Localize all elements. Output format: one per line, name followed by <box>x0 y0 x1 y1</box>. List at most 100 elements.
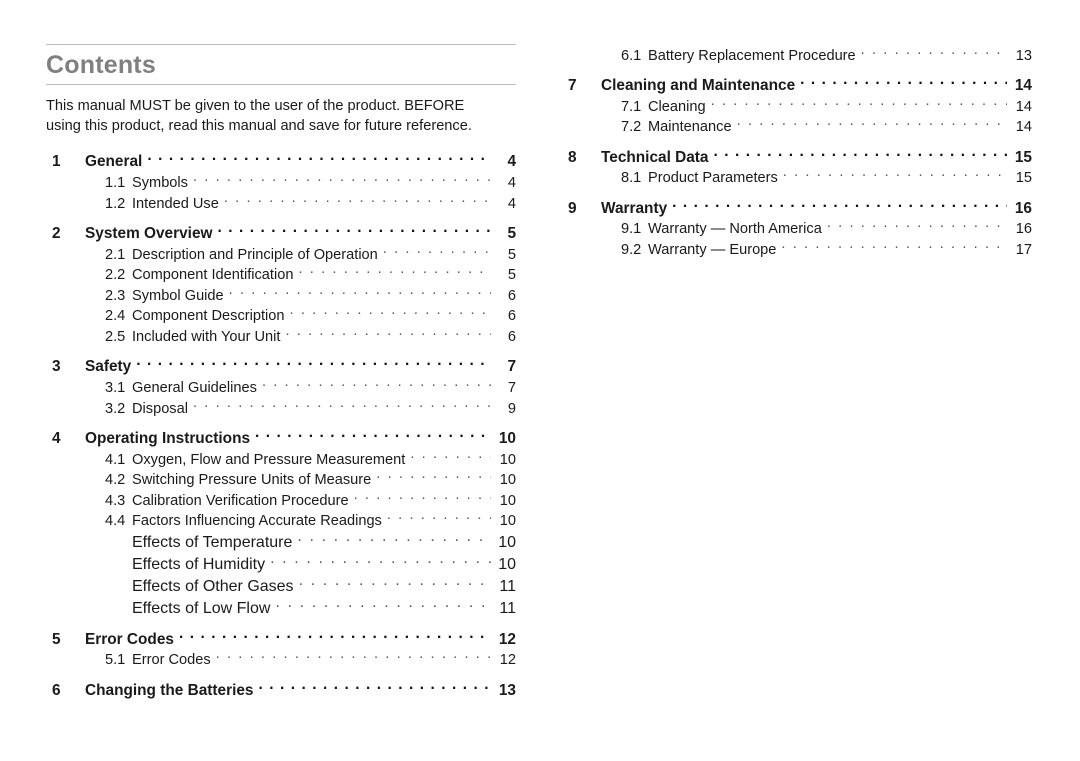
toc-entry-number: 4.1 <box>105 451 126 468</box>
toc-entry[interactable]: 1.1 Symbols 4 <box>46 172 516 193</box>
header-rule-bottom <box>46 84 516 86</box>
toc-entry-title: Operating Instructions <box>85 429 251 447</box>
toc-entry-title: Maintenance <box>648 119 732 136</box>
toc-entry[interactable]: 5.1 Error Codes 12 <box>46 650 516 671</box>
toc-entry[interactable]: Effects of Other Gases 11 <box>46 575 516 597</box>
toc-entry-page: 10 <box>499 472 516 489</box>
toc-entry[interactable]: 3.2 Disposal 9 <box>46 398 516 419</box>
toc-entry-page: 10 <box>499 492 516 509</box>
toc-entry-page: 10 <box>499 513 516 530</box>
toc-entry-number: 7.2 <box>621 119 642 136</box>
dot-leader <box>781 239 1007 254</box>
toc-entry-page: 4 <box>507 195 516 212</box>
toc-entry-number: 2 <box>52 225 61 242</box>
toc-entry[interactable]: 8.1 Product Parameters 15 <box>562 168 1032 189</box>
dot-leader <box>136 356 491 371</box>
toc-entry-title: Safety <box>85 358 132 376</box>
toc-entry[interactable]: 6.1 Battery Replacement Procedure 13 <box>562 45 1032 66</box>
dot-leader <box>193 172 491 187</box>
toc-entry[interactable]: 2.4 Component Description 6 <box>46 306 516 327</box>
toc-entry[interactable]: 2.2 Component Identification 5 <box>46 265 516 286</box>
toc-entry-number: 7 <box>568 76 577 94</box>
dot-leader <box>255 428 491 443</box>
toc-entry-number: 4.3 <box>105 492 126 509</box>
toc-entry-title: Technical Data <box>601 148 709 166</box>
toc-list-left: 1 General 4 1.1 Symbols 4 1.2 Intended Use 4 2 Sys… <box>46 151 516 701</box>
toc-entry[interactable]: 4.2 Switching Pressure Units of Measure 10 <box>46 470 516 491</box>
toc-entry[interactable]: 7.2 Maintenance 14 <box>562 117 1032 138</box>
toc-entry-number: 5.1 <box>105 652 126 669</box>
dot-leader <box>179 628 491 643</box>
toc-entry-number: 5 <box>52 630 61 648</box>
toc-entry-page: 14 <box>1015 98 1032 115</box>
toc-entry-page: 10 <box>498 429 516 447</box>
toc-entry-number: 2.1 <box>105 246 126 263</box>
dot-leader <box>299 575 491 591</box>
dot-leader <box>270 553 491 569</box>
toc-entry[interactable]: 3.1 General Guidelines 7 <box>46 377 516 398</box>
toc-entry-title: Warranty <box>601 199 668 217</box>
toc-entry[interactable]: Effects of Temperature 10 <box>46 531 516 553</box>
toc-entry-page: 12 <box>499 652 516 669</box>
toc-entry-number: 4 <box>52 429 61 447</box>
toc-entry[interactable]: 2 System Overview 5 <box>46 223 516 244</box>
toc-entry-title: System Overview <box>85 225 213 242</box>
toc-entry-title: Symbol Guide <box>132 287 224 304</box>
toc-entry-page: 4 <box>507 175 516 192</box>
toc-entry-title: Warranty — North America <box>648 221 822 238</box>
dot-leader <box>217 223 491 238</box>
toc-entry-page: 6 <box>507 328 516 345</box>
toc-left-column: Contents This manual MUST be given to th… <box>46 0 516 701</box>
toc-entry-title: Warranty — Europe <box>648 241 777 258</box>
toc-entry-title: Component Identification <box>132 267 294 284</box>
toc-entry-number: 2.2 <box>105 267 126 284</box>
toc-entry[interactable]: 7 Cleaning and Maintenance 14 <box>562 75 1032 96</box>
dot-leader <box>410 449 491 464</box>
toc-entry-page: 12 <box>498 630 516 648</box>
toc-entry[interactable]: Effects of Humidity 10 <box>46 553 516 575</box>
toc-entry[interactable]: 4.3 Calibration Verification Procedure 10 <box>46 490 516 511</box>
toc-entry[interactable]: 6 Changing the Batteries 13 <box>46 679 516 700</box>
toc-entry[interactable]: 3 Safety 7 <box>46 356 516 377</box>
dot-leader <box>262 377 491 392</box>
header-rule-top <box>46 44 516 45</box>
toc-entry-title: Component Description <box>132 308 285 325</box>
toc-entry[interactable]: 9.1 Warranty — North America 16 <box>562 219 1032 240</box>
toc-entry[interactable]: 2.1 Description and Principle of Operatio… <box>46 244 516 265</box>
toc-entry-number: 9.2 <box>621 241 642 258</box>
toc-entry-page: 10 <box>498 534 516 552</box>
toc-entry-title: Disposal <box>132 400 188 417</box>
toc-entry[interactable]: Effects of Low Flow 11 <box>46 597 516 619</box>
dot-leader <box>783 168 1007 183</box>
toc-entry-page: 5 <box>507 246 516 263</box>
toc-entry[interactable]: 1 General 4 <box>46 151 516 172</box>
dot-leader <box>714 146 1008 161</box>
dot-leader <box>376 470 491 485</box>
toc-entry-page: 15 <box>1014 148 1032 166</box>
toc-entry[interactable]: 7.1 Cleaning 14 <box>562 96 1032 117</box>
toc-entry-title: General Guidelines <box>132 379 257 396</box>
toc-entry[interactable]: 2.5 Included with Your Unit 6 <box>46 326 516 347</box>
document-page: Contents This manual MUST be given to th… <box>0 0 1080 761</box>
dot-leader <box>672 197 1007 212</box>
toc-entry[interactable]: 9.2 Warranty — Europe 17 <box>562 239 1032 260</box>
toc-entry-page: 14 <box>1015 119 1032 136</box>
toc-entry[interactable]: 4.4 Factors Influencing Accurate Readings… <box>46 511 516 532</box>
toc-entry[interactable]: 4 Operating Instructions 10 <box>46 428 516 449</box>
dot-leader <box>193 398 491 413</box>
toc-entry-number: 2.4 <box>105 308 126 325</box>
toc-entry[interactable]: 4.1 Oxygen, Flow and Pressure Measurement… <box>46 449 516 470</box>
toc-entry-page: 4 <box>507 153 516 171</box>
toc-entry[interactable]: 9 Warranty 16 <box>562 197 1032 218</box>
contents-header: Contents This manual MUST be given to th… <box>46 0 516 136</box>
toc-entry-page: 11 <box>499 600 516 618</box>
toc-entry[interactable]: 2.3 Symbol Guide 6 <box>46 285 516 306</box>
toc-entry[interactable]: 8 Technical Data 15 <box>562 146 1032 167</box>
dot-leader <box>711 96 1007 111</box>
dot-leader <box>354 490 491 505</box>
toc-entry-title: General <box>85 153 143 171</box>
toc-entry[interactable]: 5 Error Codes 12 <box>46 628 516 649</box>
toc-entry-page: 16 <box>1014 199 1032 217</box>
toc-entry-title: Description and Principle of Operation <box>132 246 378 263</box>
toc-entry[interactable]: 1.2 Intended Use 4 <box>46 193 516 214</box>
